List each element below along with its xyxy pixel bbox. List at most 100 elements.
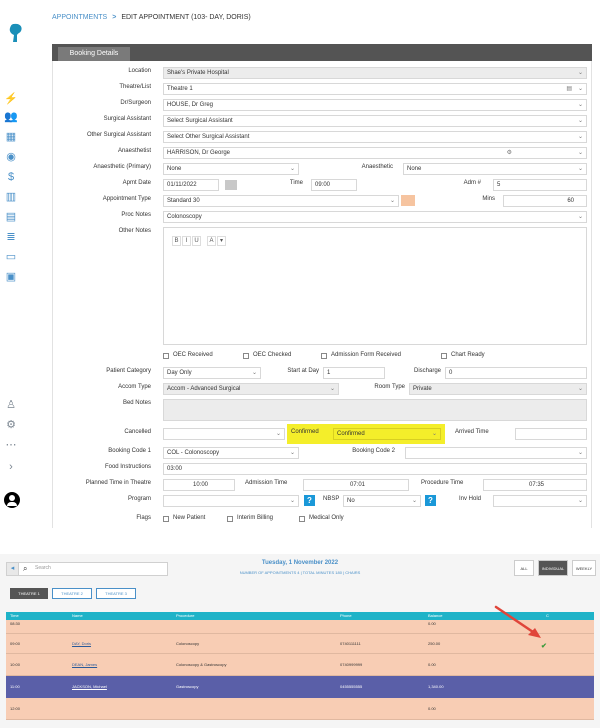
- anaesthetic-select[interactable]: None ⌄: [403, 163, 587, 175]
- bed-notes-field[interactable]: [163, 399, 587, 421]
- anaesthetist-select[interactable]: HARRISON, Dr George ⚙ ⌄: [163, 147, 587, 159]
- more-icon[interactable]: ⋯: [4, 438, 18, 452]
- proc-notes-select[interactable]: Colonoscopy ⌄: [163, 211, 587, 223]
- procedure-time-field[interactable]: 07:35: [483, 479, 587, 491]
- chart-icon[interactable]: ▥: [4, 190, 18, 204]
- admission-form-checkbox[interactable]: [321, 353, 327, 359]
- booking-code-1-select[interactable]: COL - Colonoscopy ⌄: [163, 447, 299, 459]
- chart-ready-checkbox[interactable]: [441, 353, 447, 359]
- surgical-assistant-label: Surgical Assistant: [103, 116, 151, 122]
- table-row[interactable]: 10:00 DEAN, James Colonoscopy & Gastrosc…: [6, 654, 594, 676]
- surgeon-select[interactable]: HOUSE, Dr Greg ⌄: [163, 99, 587, 111]
- breadcrumb-appointments-link[interactable]: APPOINTMENTS: [52, 14, 107, 21]
- bold-button[interactable]: B: [172, 236, 181, 246]
- other-notes-editor[interactable]: B I U A ▾: [163, 227, 587, 345]
- document-icon[interactable]: ▤: [4, 210, 18, 224]
- calendar-picker-icon[interactable]: [225, 180, 237, 190]
- cancelled-select[interactable]: ⌄: [163, 428, 285, 440]
- tab-theatre-1[interactable]: THEATRE 1: [10, 588, 48, 599]
- users-icon[interactable]: 👥: [4, 110, 18, 124]
- back-arrow-icon[interactable]: ◂: [7, 563, 19, 575]
- appointment-color-swatch[interactable]: [401, 195, 415, 206]
- table-row[interactable]: 12:00 0.00: [6, 698, 594, 720]
- tab-theatre-2[interactable]: THEATRE 2: [52, 588, 92, 599]
- patient-category-select[interactable]: Day Only ⌄: [163, 367, 261, 379]
- appointment-date-field[interactable]: 01/11/2022: [163, 179, 219, 191]
- appointment-type-select[interactable]: Standard 30 ⌄: [163, 195, 399, 207]
- booking-code-2-select[interactable]: ⌄: [405, 447, 587, 459]
- tab-theatre-3[interactable]: THEATRE 3: [96, 588, 136, 599]
- room-type-select[interactable]: Private ⌄: [409, 383, 587, 395]
- anaesthetist-label: Anaesthetist: [117, 148, 151, 154]
- admin-icon[interactable]: ♙: [4, 398, 18, 412]
- schedule-date-title: Tuesday, 1 November 2022: [261, 560, 339, 566]
- table-row[interactable]: 11:00 JACKSON, Michael Gastroscopy 04555…: [6, 676, 594, 698]
- anaesthetic-primary-select[interactable]: None ⌄: [163, 163, 299, 175]
- program-help-icon[interactable]: ?: [304, 495, 315, 506]
- adm-number-field[interactable]: 5: [493, 179, 587, 191]
- nbsp-select[interactable]: No ⌄: [343, 495, 421, 507]
- medical-only-checkbox[interactable]: [299, 516, 305, 522]
- calendar-icon[interactable]: ▦: [4, 130, 18, 144]
- breadcrumb-current: EDIT APPOINTMENT (103- DAY, DORIS): [121, 14, 251, 21]
- inv-hold-select[interactable]: ⌄: [493, 495, 587, 507]
- discharge-field[interactable]: 0: [445, 367, 587, 379]
- food-instructions-field[interactable]: 03:00: [163, 463, 587, 475]
- italic-button[interactable]: I: [182, 236, 191, 246]
- tab-booking-details[interactable]: Booking Details: [58, 47, 130, 61]
- other-surgical-assistant-select[interactable]: Select Other Surgical Assistant ⌄: [163, 131, 587, 143]
- theatre-select[interactable]: Theatre 1 ▤ ⌄: [163, 83, 587, 95]
- start-at-day-field[interactable]: 1: [323, 367, 385, 379]
- column-header[interactable]: Procedure: [176, 612, 194, 620]
- chart-ready-label: Chart Ready: [451, 352, 485, 358]
- view-weekly-button[interactable]: WEEKLY: [572, 560, 596, 576]
- admission-time-field[interactable]: 07:01: [303, 479, 409, 491]
- font-size-button[interactable]: A: [207, 236, 216, 246]
- confirmed-select[interactable]: Confirmed ⌄: [333, 428, 441, 440]
- new-patient-checkbox[interactable]: [163, 516, 169, 522]
- underline-button[interactable]: U: [192, 236, 201, 246]
- column-header[interactable]: Name: [72, 612, 83, 620]
- profile-avatar-icon[interactable]: [4, 492, 20, 508]
- expand-icon[interactable]: ›: [4, 460, 18, 474]
- arrived-time-field[interactable]: [515, 428, 587, 440]
- surgical-assistant-select[interactable]: Select Surgical Assistant ⌄: [163, 115, 587, 127]
- mins-field[interactable]: 60: [503, 195, 587, 207]
- settings-icon[interactable]: ⚙: [4, 418, 18, 432]
- view-all-button[interactable]: ALL: [514, 560, 534, 576]
- nbsp-help-icon[interactable]: ?: [425, 495, 436, 506]
- location-select[interactable]: Shae's Private Hospital ⌄: [163, 67, 587, 79]
- search-input[interactable]: Search: [35, 565, 51, 571]
- column-header[interactable]: Time: [10, 612, 19, 620]
- font-dropdown-icon[interactable]: ▾: [217, 236, 226, 246]
- schedule-icon[interactable]: ▣: [4, 270, 18, 284]
- patient-category-label: Patient Category: [106, 368, 151, 374]
- interim-billing-checkbox[interactable]: [227, 516, 233, 522]
- oec-received-checkbox[interactable]: [163, 353, 169, 359]
- row-name-link[interactable]: JACKSON, Michael: [72, 676, 107, 698]
- lightning-icon[interactable]: ⚡: [4, 92, 18, 106]
- column-header[interactable]: Balance: [428, 612, 442, 620]
- breadcrumb: APPOINTMENTS > EDIT APPOINTMENT (103- DAY,…: [52, 14, 251, 21]
- dollar-icon[interactable]: $: [4, 170, 18, 184]
- row-procedure: Colonoscopy & Gastroscopy: [176, 662, 227, 667]
- oec-checked-checkbox[interactable]: [243, 353, 249, 359]
- user-icon[interactable]: ◉: [4, 150, 18, 164]
- accom-type-select[interactable]: Accom - Advanced Surgical ⌄: [163, 383, 339, 395]
- column-header[interactable]: Phone: [340, 612, 352, 620]
- chevron-down-icon: ⌄: [329, 386, 335, 392]
- row-name-link[interactable]: DAY, Doris: [72, 634, 91, 654]
- search-box[interactable]: ◂ ⌕ Search: [6, 562, 168, 576]
- program-select[interactable]: ⌄: [163, 495, 299, 507]
- planned-time-field[interactable]: 10:00: [163, 479, 235, 491]
- list-icon[interactable]: ▤: [566, 84, 572, 94]
- chevron-down-icon: ⌄: [431, 431, 437, 437]
- gear-icon[interactable]: ⚙: [507, 148, 512, 158]
- row-name-link[interactable]: DEAN, James: [72, 654, 97, 676]
- report-icon[interactable]: ▭: [4, 250, 18, 264]
- anaesthetic-primary-label: Anaesthetic (Primary): [93, 164, 151, 170]
- time-field[interactable]: 09:00: [311, 179, 357, 191]
- database-icon[interactable]: ≣: [4, 230, 18, 244]
- view-individual-button[interactable]: INDIVIDUAL: [538, 560, 568, 576]
- row-time: 10:00: [10, 662, 21, 667]
